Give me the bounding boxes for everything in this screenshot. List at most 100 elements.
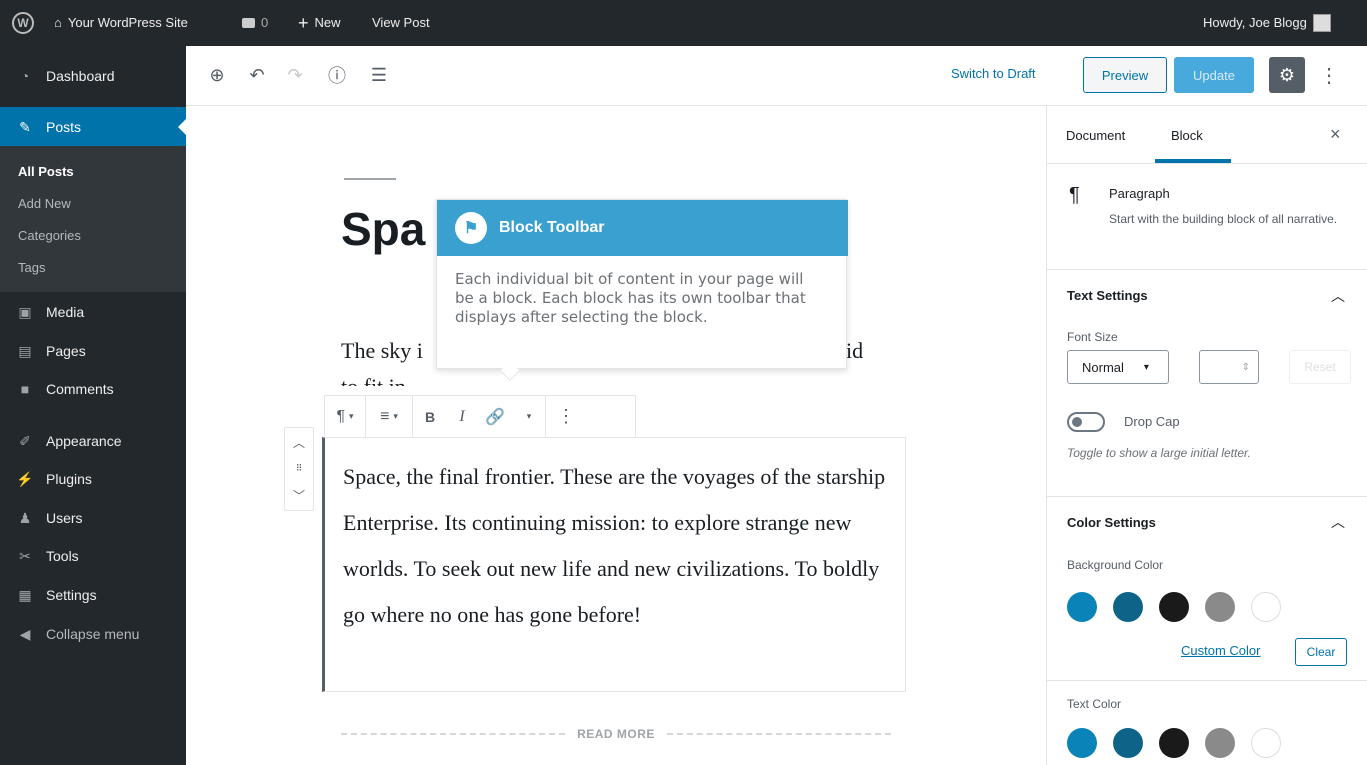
popover-body: Each individual bit of content in your p… <box>455 270 806 326</box>
block-text[interactable]: Space, the final frontier. These are the… <box>343 454 899 638</box>
tour-popover: ⚑ Block Toolbar Each individual bit of c… <box>436 199 848 381</box>
wordpress-logo-icon[interactable]: W <box>12 12 34 34</box>
selected-paragraph-block[interactable]: Space, the final frontier. These are the… <box>322 437 906 692</box>
more-formatting-button[interactable]: ▾ <box>513 396 545 437</box>
reset-button[interactable]: Reset <box>1289 350 1351 384</box>
dashboard-icon: ◔ <box>20 68 30 84</box>
sidebar-item-media[interactable]: ▣ Media <box>0 292 186 332</box>
pages-icon: ▤ <box>18 342 32 359</box>
submenu-all-posts[interactable]: All Posts <box>18 164 74 179</box>
site-name-link[interactable]: ⌂ Your WordPress Site <box>54 0 188 46</box>
font-size-label: Font Size <box>1067 330 1118 344</box>
block-navigation-icon[interactable]: ☰ <box>366 62 392 88</box>
link-icon[interactable]: 🔗 <box>477 396 513 437</box>
sidebar-item-pages[interactable]: ▤ Pages <box>0 331 186 371</box>
title-separator <box>344 178 396 180</box>
update-button[interactable]: Update <box>1174 57 1254 93</box>
custom-color-link[interactable]: Custom Color <box>1181 643 1260 658</box>
text-color-swatch-white[interactable] <box>1251 728 1281 758</box>
preview-button[interactable]: Preview <box>1083 57 1167 93</box>
move-down-icon[interactable]: ﹀ <box>293 487 305 504</box>
paragraph-type-button[interactable]: ¶ ▾ <box>325 396 365 437</box>
font-size-select[interactable]: Normal ▾ <box>1067 350 1169 384</box>
bold-button[interactable]: B <box>413 396 447 437</box>
view-post-link[interactable]: View Post <box>372 0 430 46</box>
drop-cap-label: Drop Cap <box>1124 414 1180 429</box>
redo-icon[interactable]: ↷ <box>282 62 308 88</box>
sidebar-item-posts[interactable]: ✎ Posts <box>0 107 186 147</box>
flag-icon: ⚑ <box>455 212 487 244</box>
text-color-swatch-gray[interactable] <box>1205 728 1235 758</box>
move-up-icon[interactable]: ︿ <box>293 434 305 451</box>
settings-gear-icon[interactable]: ⚙ <box>1269 57 1305 93</box>
chevron-up-icon[interactable]: ︿ <box>1331 512 1345 532</box>
text-settings-title[interactable]: Text Settings <box>1067 288 1148 303</box>
chevron-up-icon[interactable]: ︿ <box>1331 286 1345 306</box>
undo-icon[interactable]: ↶ <box>244 62 270 88</box>
info-icon[interactable]: ⓘ <box>324 62 350 88</box>
sidebar-item-collapse[interactable]: ◀ Collapse menu <box>0 614 186 654</box>
add-block-icon[interactable]: ⊕ <box>204 62 230 88</box>
color-swatch-dark-blue[interactable] <box>1113 592 1143 622</box>
color-swatch-white[interactable] <box>1251 592 1281 622</box>
custom-font-size-input[interactable]: ⇕ <box>1199 350 1259 384</box>
sidebar-item-plugins[interactable]: ⚡ Plugins <box>0 459 186 499</box>
block-mover: ︿ ⠿ ﹀ <box>284 427 314 511</box>
drop-cap-toggle[interactable] <box>1067 412 1105 432</box>
color-settings-title[interactable]: Color Settings <box>1067 515 1156 530</box>
block-card-description: Start with the building block of all nar… <box>1109 212 1338 226</box>
close-icon[interactable]: × <box>1330 124 1341 145</box>
comments-link[interactable]: 0 <box>242 0 268 46</box>
read-more-dash <box>666 733 891 735</box>
media-icon: ▣ <box>18 303 32 320</box>
sidebar-item-comments[interactable]: ■ Comments <box>0 369 186 409</box>
text-color-swatch-dark-blue[interactable] <box>1113 728 1143 758</box>
italic-button[interactable]: I <box>447 396 477 437</box>
sidebar-item-appearance[interactable]: ✐ Appearance <box>0 421 186 461</box>
new-link[interactable]: + New <box>298 0 341 46</box>
submenu-categories[interactable]: Categories <box>18 228 81 243</box>
read-more-block[interactable]: READ MORE <box>341 724 891 744</box>
post-title[interactable]: Spa <box>341 202 425 256</box>
drag-handle-icon[interactable]: ⠿ <box>296 463 303 474</box>
paragraph-icon: ¶ <box>1069 184 1080 206</box>
paragraph-block[interactable]: The sky i <box>341 338 423 364</box>
submenu-tags[interactable]: Tags <box>18 260 45 275</box>
settings-icon: ▦ <box>18 586 32 603</box>
avatar <box>1312 14 1331 32</box>
read-more-dash <box>341 733 566 735</box>
more-menu-icon[interactable]: ⋮ <box>1319 60 1339 90</box>
account-menu[interactable]: Howdy, Joe Blogg <box>1203 0 1331 46</box>
color-swatch-blue[interactable] <box>1067 592 1097 622</box>
panel-divider <box>1047 496 1367 497</box>
color-swatch-black[interactable] <box>1159 592 1189 622</box>
sidebar-item-users[interactable]: ♟ Users <box>0 498 186 538</box>
color-swatch-gray[interactable] <box>1205 592 1235 622</box>
chevron-down-icon: ▾ <box>1143 361 1149 373</box>
sidebar-item-dashboard[interactable]: ◔ Dashboard <box>0 56 186 96</box>
popover-title: Block Toolbar <box>499 219 605 236</box>
tab-block[interactable]: Block <box>1171 128 1203 143</box>
block-options-icon[interactable]: ⋮ <box>546 396 586 437</box>
sidebar-item-settings[interactable]: ▦ Settings <box>0 575 186 615</box>
switch-to-draft-button[interactable]: Switch to Draft <box>951 66 1036 81</box>
text-color-swatch-black[interactable] <box>1159 728 1189 758</box>
submenu-add-new[interactable]: Add New <box>18 196 71 211</box>
clear-button[interactable]: Clear <box>1295 638 1347 666</box>
users-icon: ♟ <box>18 509 32 526</box>
posts-submenu: All Posts Add New Categories Tags <box>0 146 186 292</box>
admin-sidebar: ◔ Dashboard ✎ Posts All Posts Add New Ca… <box>0 46 186 765</box>
pin-icon: ✎ <box>19 118 31 135</box>
sidebar-item-tools[interactable]: ✂ Tools <box>0 536 186 576</box>
toggle-knob <box>1072 417 1082 427</box>
home-icon: ⌂ <box>54 15 62 30</box>
drop-cap-help: Toggle to show a large initial letter. <box>1067 446 1251 460</box>
comment-bubble-icon <box>242 18 255 28</box>
popover-header: ⚑ Block Toolbar <box>437 200 848 256</box>
tab-document[interactable]: Document <box>1066 128 1125 143</box>
text-color-swatch-blue[interactable] <box>1067 728 1097 758</box>
comments-icon: ■ <box>20 381 30 397</box>
wrench-icon: ✂ <box>19 547 31 564</box>
text-color-label: Text Color <box>1067 697 1122 711</box>
align-button[interactable]: ≡ ▾ <box>366 396 412 437</box>
